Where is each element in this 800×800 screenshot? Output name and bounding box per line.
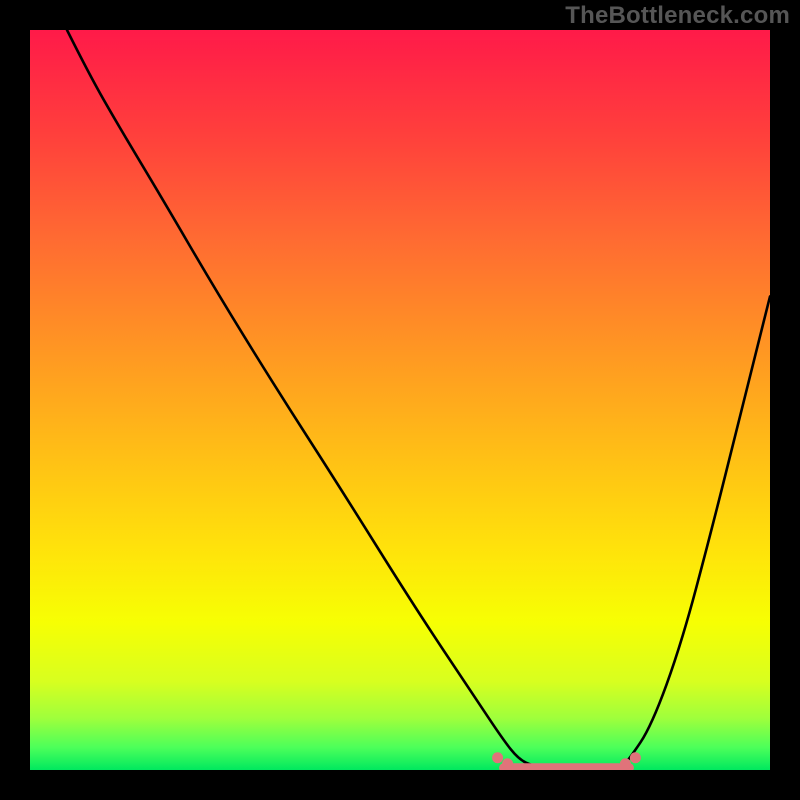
chart-container: TheBottleneck.com [0, 0, 800, 800]
watermark-text: TheBottleneck.com [565, 2, 790, 30]
trough-dot [502, 758, 513, 769]
plot-area [30, 30, 770, 770]
trough-dot [620, 758, 631, 769]
trough-dot [492, 752, 503, 763]
trough-markers-svg [30, 30, 770, 770]
trough-marker-group [492, 752, 641, 769]
trough-dot [630, 752, 641, 763]
